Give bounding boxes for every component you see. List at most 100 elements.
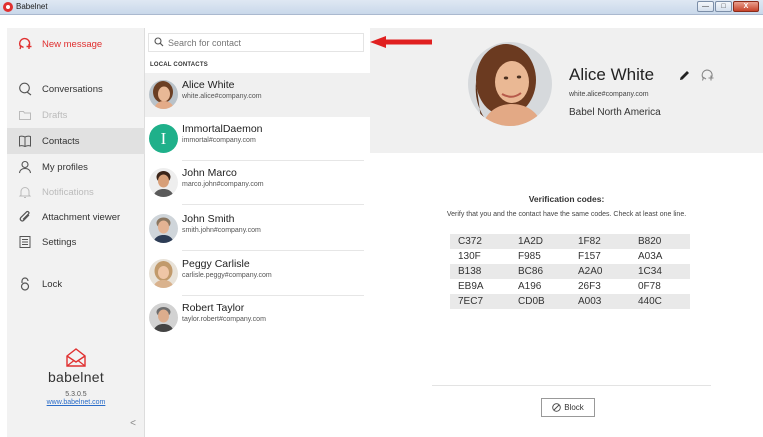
edit-pencil-icon[interactable] <box>678 69 691 84</box>
contact-item-peggy-carlisle[interactable]: Peggy Carlisle carlisle.peggy#company.co… <box>145 252 370 296</box>
divider <box>432 385 711 386</box>
sidebar-item-label: Contacts <box>42 135 80 147</box>
code-row[interactable]: C372 1A2D 1F82 B820 <box>450 234 690 249</box>
code-cell: 7EC7 <box>458 296 484 307</box>
code-cell: 440C <box>638 296 662 307</box>
contact-email-address: white.alice#company.com <box>569 91 649 98</box>
sidebar-item-label: Lock <box>42 278 63 290</box>
code-row[interactable]: 130F F985 F157 A03A <box>450 249 690 264</box>
code-cell: B820 <box>638 236 662 247</box>
maximize-button[interactable]: □ <box>715 1 732 12</box>
code-cell: 0F78 <box>638 281 661 292</box>
sidebar: New message Conversations Drafts Contact… <box>7 28 145 437</box>
code-cell: B138 <box>458 266 482 277</box>
search-box <box>148 33 364 52</box>
sidebar-item-notifications[interactable]: Notifications <box>7 179 145 205</box>
sidebar-item-label: Drafts <box>42 109 68 121</box>
sidebar-item-lock[interactable]: Lock <box>7 271 145 297</box>
refresh-icon[interactable] <box>701 69 714 84</box>
verification-codes-table: C372 1A2D 1F82 B820 130F F985 F157 A03A … <box>450 234 690 309</box>
code-cell: 1C34 <box>638 266 662 277</box>
paperclip-icon <box>18 210 32 224</box>
minimize-button[interactable]: — <box>697 1 714 12</box>
sidebar-item-label: Conversations <box>42 83 103 95</box>
sidebar-item-label: Notifications <box>42 186 94 198</box>
contact-email: taylor.robert#company.com <box>182 316 266 323</box>
sidebar-item-new-message[interactable]: New message <box>7 31 145 57</box>
avatar <box>149 214 178 243</box>
search-icon <box>154 36 164 49</box>
sidebar-item-label: Settings <box>42 236 77 248</box>
chat-bubble-icon <box>18 82 32 96</box>
section-header: LOCAL CONTACTS <box>150 62 208 68</box>
code-cell: BC86 <box>518 266 544 277</box>
avatar <box>149 303 178 332</box>
divider <box>182 250 364 251</box>
verification-title: Verification codes: <box>528 194 605 204</box>
contact-name: Peggy Carlisle <box>182 258 250 270</box>
sidebar-item-label: New message <box>42 38 103 50</box>
window-title: Babelnet <box>16 2 48 11</box>
sidebar-item-my-profiles[interactable]: My profiles <box>7 154 145 180</box>
contacts-panel: LOCAL CONTACTS Alice White white.alice#c… <box>145 28 370 437</box>
code-cell: EB9A <box>458 281 484 292</box>
contact-name: John Marco <box>182 167 237 179</box>
divider <box>182 204 364 205</box>
code-row[interactable]: 7EC7 CD0B A003 440C <box>450 294 690 309</box>
contact-avatar <box>468 42 552 126</box>
verification-instructions: Verify that you and the contact have the… <box>446 211 687 218</box>
avatar: I <box>149 124 178 153</box>
title-bar: Babelnet — □ X <box>0 0 763 15</box>
close-button[interactable]: X <box>733 1 759 12</box>
settings-list-icon <box>18 235 32 249</box>
contact-email: smith.john#company.com <box>182 227 261 234</box>
contact-item-alice-white[interactable]: Alice White white.alice#company.com <box>145 73 370 117</box>
contact-item-john-marco[interactable]: John Marco marco.john#company.com <box>145 161 370 205</box>
contact-detail-panel: Alice White white.alice#company.com Babe… <box>370 28 763 437</box>
brand-name: babelnet <box>47 369 105 385</box>
book-icon <box>18 134 32 148</box>
block-button[interactable]: Block <box>541 398 595 417</box>
collapse-sidebar-button[interactable]: < <box>130 418 136 429</box>
contact-name: Alice White <box>182 79 235 91</box>
sidebar-item-conversations[interactable]: Conversations <box>7 76 145 102</box>
avatar <box>149 259 178 288</box>
contact-display-name: Alice White <box>569 65 655 84</box>
user-icon <box>18 160 32 174</box>
code-cell: F985 <box>518 251 541 262</box>
code-cell: A196 <box>518 281 542 292</box>
contact-name: Robert Taylor <box>182 302 245 314</box>
sidebar-item-attachment-viewer[interactable]: Attachment viewer <box>7 204 145 230</box>
folder-icon <box>18 108 32 122</box>
website-link[interactable]: www.babelnet.com <box>7 399 145 406</box>
code-row[interactable]: EB9A A196 26F3 0F78 <box>450 279 690 294</box>
contact-item-immortaldaemon[interactable]: I ImmortalDaemon immortal#company.com <box>145 117 370 161</box>
contact-name: John Smith <box>182 213 235 225</box>
bell-icon <box>18 185 32 199</box>
code-cell: A003 <box>578 296 602 307</box>
contact-organization: Babel North America <box>569 107 661 118</box>
contact-name: ImmortalDaemon <box>182 123 263 135</box>
search-input[interactable] <box>168 37 358 48</box>
contact-item-robert-taylor[interactable]: Robert Taylor taylor.robert#company.com <box>145 296 370 340</box>
brand-block: babelnet 5.3.0.5 www.babelnet.com <box>7 348 145 406</box>
sidebar-item-settings[interactable]: Settings <box>7 229 145 255</box>
contact-email: white.alice#company.com <box>182 93 262 100</box>
sidebar-item-label: Attachment viewer <box>42 211 121 223</box>
window-controls: — □ X <box>697 1 759 12</box>
code-row[interactable]: B138 BC86 A2A0 1C34 <box>450 264 690 279</box>
avatar <box>149 168 178 197</box>
code-cell: 1A2D <box>518 236 544 247</box>
sidebar-item-contacts[interactable]: Contacts <box>7 128 145 154</box>
code-cell: 26F3 <box>578 281 601 292</box>
code-cell: F157 <box>578 251 601 262</box>
contact-email: marco.john#company.com <box>182 181 264 188</box>
app-logo-icon <box>3 2 13 12</box>
code-cell: CD0B <box>518 296 545 307</box>
sidebar-item-drafts[interactable]: Drafts <box>7 102 145 128</box>
contact-item-john-smith[interactable]: John Smith smith.john#company.com <box>145 207 370 251</box>
block-icon <box>552 403 561 412</box>
lock-icon <box>18 277 32 291</box>
contact-email: carlisle.peggy#company.com <box>182 272 272 279</box>
code-cell: C372 <box>458 236 482 247</box>
